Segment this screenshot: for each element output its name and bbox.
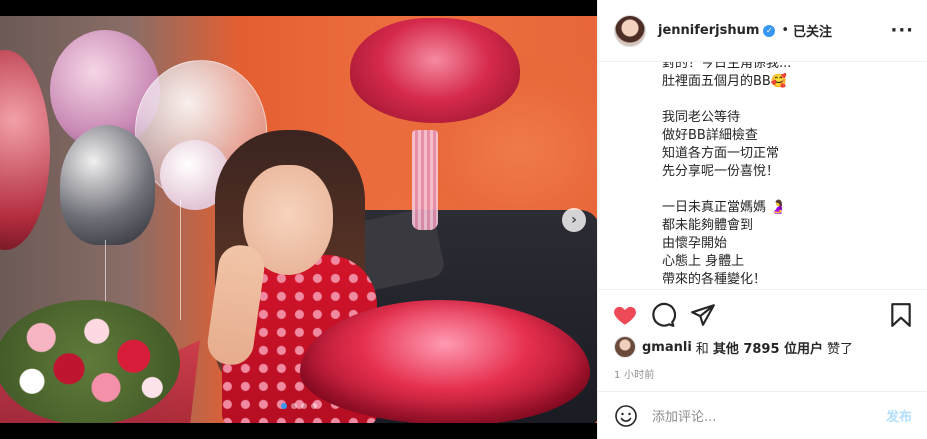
instagram-post-modal: › jenniferjshum ✓ • 已关注 ··· 對的！今日主角係我...…: [0, 0, 927, 439]
carousel-indicator: [0, 403, 597, 409]
caption-line: 心態上 身體上: [662, 254, 745, 269]
comment-icon[interactable]: [650, 302, 676, 328]
post-header: jenniferjshum ✓ • 已关注 ···: [598, 0, 927, 62]
header-separator: •: [781, 23, 790, 38]
liker-avatar[interactable]: [614, 336, 636, 358]
caption-line: 對的！今日主角係我...: [662, 62, 792, 71]
likes-summary: gmanli 和 其他 7895 位用户 赞了: [614, 336, 853, 358]
carousel-dot: [300, 403, 307, 409]
carousel-dot: [280, 403, 287, 409]
caption-line: 先分享呢一份喜悅！: [662, 164, 780, 179]
post-actions: [598, 298, 927, 332]
caption-line: [662, 91, 912, 109]
verified-icon: ✓: [763, 24, 776, 37]
more-icon[interactable]: ···: [890, 20, 914, 41]
carousel-dot: [310, 403, 317, 409]
likes-connector: 和: [695, 341, 709, 357]
post-timestamp[interactable]: 1 小时前: [614, 366, 655, 381]
photo-bottom-edge: [0, 423, 597, 439]
caption-line: 由懷孕開始: [662, 236, 728, 251]
comment-input[interactable]: 添加评论...: [652, 406, 716, 425]
share-icon[interactable]: [690, 302, 716, 328]
avatar[interactable]: [614, 14, 646, 47]
username-link[interactable]: jenniferjshum: [658, 23, 759, 38]
likes-verb: 赞了: [827, 341, 854, 357]
photo-red-balloon: [0, 50, 50, 250]
caption-line: 一日未真正當媽媽 🤰: [662, 200, 787, 215]
photo-lips-balloon-top: [350, 18, 520, 123]
likes-count-link[interactable]: 其他 7895 位用户: [713, 338, 823, 357]
chevron-right-icon: ›: [571, 212, 577, 228]
photo-silver-balloon: [60, 125, 155, 245]
caption-line: 我同老公等待: [662, 110, 741, 125]
comment-bar: 添加评论... 发布: [598, 391, 927, 439]
carousel-next-button[interactable]: ›: [562, 208, 586, 232]
bookmark-icon[interactable]: [888, 302, 914, 328]
photo-tassel: [412, 130, 438, 230]
caption-scroll-area[interactable]: 對的！今日主角係我... 肚裡面五個月的BB🥰 我同老公等待 做好BB詳細檢查 …: [598, 62, 927, 290]
liker-username[interactable]: gmanli: [642, 340, 692, 355]
heart-icon[interactable]: [612, 302, 638, 328]
caption-line: [662, 181, 912, 199]
caption-line: 做好BB詳細檢查: [662, 128, 758, 143]
following-button[interactable]: 已关注: [793, 21, 832, 40]
caption-line: 帶來的各種變化！: [662, 272, 767, 287]
emoji-icon[interactable]: [614, 404, 638, 428]
post-comment-button[interactable]: 发布: [886, 406, 912, 425]
post-photo[interactable]: ›: [0, 0, 597, 439]
caption-line: 知道各方面一切正常: [662, 146, 780, 161]
caption-line: 肚裡面五個月的BB🥰: [662, 74, 788, 89]
photo-balloon-string: [180, 200, 181, 320]
caption-text: 對的！今日主角係我... 肚裡面五個月的BB🥰 我同老公等待 做好BB詳細檢查 …: [662, 62, 912, 289]
post-side-panel: jenniferjshum ✓ • 已关注 ··· 對的！今日主角係我... 肚…: [597, 0, 927, 439]
caption-line: 都未能夠體會到: [662, 218, 754, 233]
carousel-dot: [290, 403, 297, 409]
photo-top-edge: [0, 0, 597, 16]
